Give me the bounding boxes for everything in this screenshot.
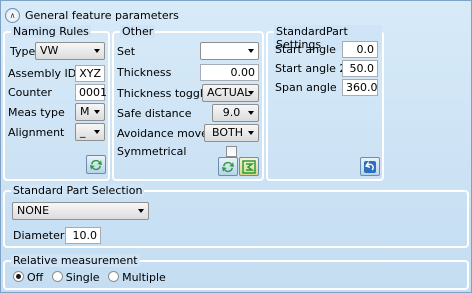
chevron-down-icon	[248, 49, 254, 53]
radio-single-label: Single	[65, 271, 100, 284]
thickness-toggle-label: Thickness toggle	[117, 87, 210, 100]
counter-label: Counter	[8, 86, 52, 99]
avoidance-move-label: Avoidance move	[117, 127, 208, 140]
chevron-up-icon[interactable]: ∧	[5, 7, 20, 23]
standard-part-selection-group: Standard Part Selection NONE Diameter 10…	[3, 184, 469, 248]
symmetrical-checkbox[interactable]	[226, 146, 237, 157]
assembly-id-input[interactable]: XYZ	[75, 65, 105, 82]
type-label: Type	[10, 45, 36, 58]
relative-measurement-title: Relative measurement	[11, 254, 140, 267]
assembly-id-label: Assembly ID	[8, 67, 77, 80]
safe-distance-select[interactable]: 9.0	[212, 104, 259, 122]
radio-multiple[interactable]: Multiple	[108, 271, 166, 284]
section-header[interactable]: ∧ General feature parameters	[5, 6, 179, 24]
feature-parameters-panel: ∧ General feature parameters Naming Rule…	[0, 0, 472, 293]
radio-off[interactable]: Off	[13, 271, 43, 284]
radio-multiple-indicator[interactable]	[108, 271, 120, 282]
meas-type-select-value: M	[80, 105, 90, 118]
other-title: Other	[120, 25, 156, 38]
avoidance-move-select[interactable]: BOTH	[204, 124, 259, 142]
start-angle-label: Start angle	[275, 43, 336, 56]
radio-multiple-label: Multiple	[122, 271, 166, 284]
thickness-toggle-select[interactable]: ACTUAL	[202, 84, 259, 102]
refresh-button[interactable]	[86, 155, 106, 174]
standard-part-select[interactable]: NONE	[12, 202, 149, 220]
safe-distance-label: Safe distance	[117, 107, 192, 120]
start-angle-2-label: Start angle 2	[275, 62, 347, 75]
alignment-select[interactable]: _	[75, 123, 105, 141]
thickness-label: Thickness	[117, 66, 172, 79]
other-group: Other Set Thickness 0.00 Thickness toggl…	[112, 25, 264, 181]
relative-measurement-options: Off Single Multiple	[13, 271, 166, 284]
safe-distance-value: 9.0	[222, 106, 241, 119]
undo-icon	[364, 160, 376, 173]
thickness-input[interactable]: 0.00	[200, 64, 259, 81]
standard-part-selection-title: Standard Part Selection	[11, 184, 145, 197]
refresh-icon	[90, 159, 102, 170]
set-select[interactable]	[200, 42, 259, 60]
naming-rules-group: Naming Rules Type VW Assembly ID XYZ Cou…	[3, 25, 110, 181]
radio-single[interactable]: Single	[51, 271, 100, 284]
type-select-value: VW	[40, 44, 59, 57]
undo-button[interactable]	[360, 157, 380, 176]
symmetrical-label: Symmetrical	[117, 145, 187, 158]
standard-part-select-value: NONE	[17, 204, 50, 217]
span-angle-label: Span angle	[275, 81, 337, 94]
naming-rules-title: Naming Rules	[11, 25, 91, 38]
set-label: Set	[117, 45, 136, 58]
radio-single-indicator[interactable]	[51, 271, 63, 282]
alignment-label: Alignment	[8, 126, 65, 139]
radio-off-indicator[interactable]	[13, 271, 24, 282]
alignment-select-value: _	[80, 125, 86, 138]
refresh-icon	[222, 161, 234, 172]
edit-sequence-icon	[242, 159, 256, 174]
standard-part-settings-group: StandardPart Settings Start angle 0.0 St…	[266, 25, 384, 181]
chevron-down-icon	[94, 110, 100, 114]
diameter-label: Diameter	[13, 229, 65, 242]
start-angle-2-input[interactable]: 50.0	[342, 60, 378, 77]
thickness-toggle-value: ACTUAL	[207, 86, 251, 99]
diameter-input[interactable]: 10.0	[65, 227, 101, 244]
counter-input[interactable]: 0001	[75, 84, 107, 101]
chevron-down-icon	[94, 130, 100, 134]
start-angle-input[interactable]: 0.0	[342, 41, 378, 58]
chevron-down-icon	[138, 209, 144, 213]
chevron-down-icon	[248, 111, 254, 115]
relative-measurement-group: Relative measurement Off Single Multiple	[3, 254, 469, 290]
chevron-down-icon	[248, 91, 254, 95]
span-angle-input[interactable]: 360.0	[342, 79, 378, 96]
refresh-button-other[interactable]	[218, 157, 238, 176]
chevron-down-icon	[94, 49, 100, 53]
section-header-label: General feature parameters	[25, 8, 179, 22]
avoidance-move-value: BOTH	[211, 126, 243, 139]
chevron-down-icon	[248, 131, 254, 135]
type-select[interactable]: VW	[35, 42, 105, 60]
meas-type-select[interactable]: M	[75, 103, 105, 121]
edit-sequence-button[interactable]	[239, 157, 259, 176]
radio-off-label: Off	[27, 271, 44, 284]
meas-type-label: Meas type	[8, 106, 65, 119]
